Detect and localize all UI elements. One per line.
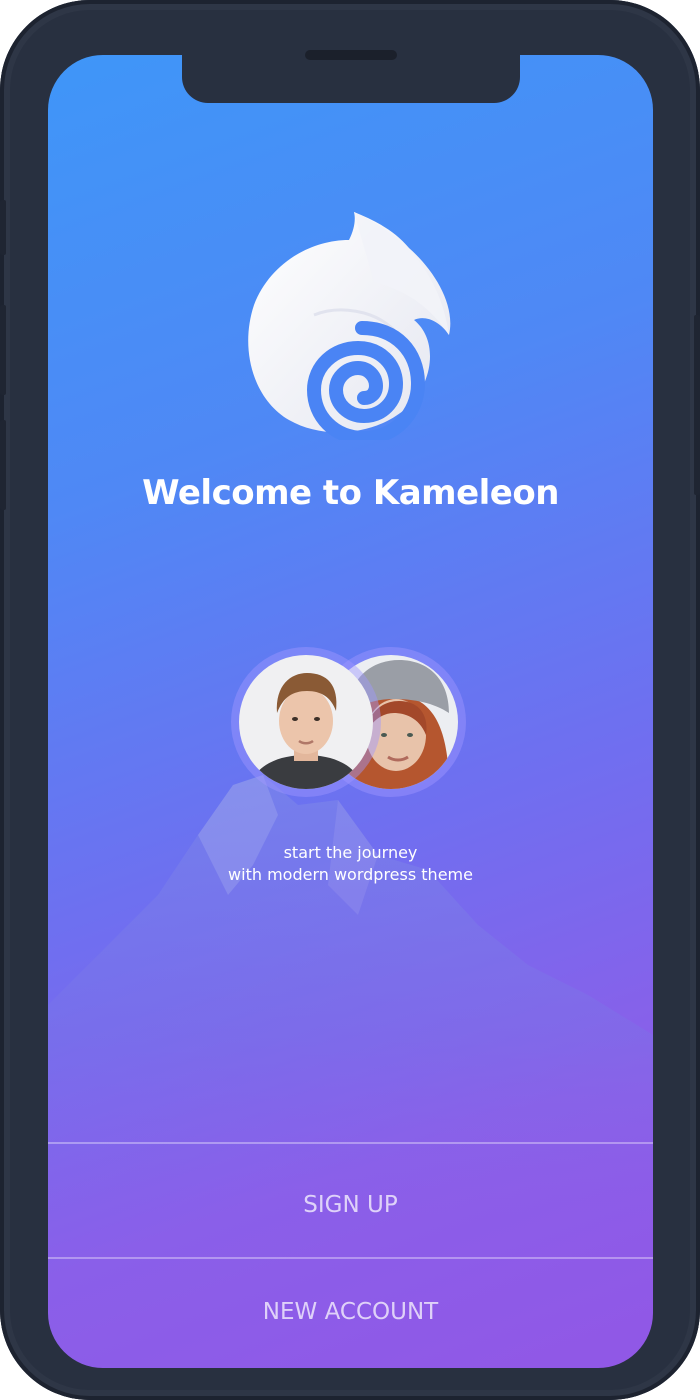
- device-notch: [182, 55, 520, 103]
- sign-up-button[interactable]: SIGN UP: [48, 1175, 653, 1235]
- divider: [48, 1142, 653, 1144]
- divider: [48, 1257, 653, 1259]
- kameleon-logo-icon: [248, 212, 451, 440]
- tagline-line-2: with modern wordpress theme: [228, 865, 473, 884]
- mountain-background-image: [48, 775, 653, 1215]
- avatar-group: [231, 647, 471, 807]
- earpiece-speaker: [305, 50, 397, 60]
- man-portrait-icon: [239, 655, 373, 789]
- tagline-line-1: start the journey: [283, 843, 418, 862]
- mute-switch: [0, 200, 6, 255]
- welcome-title: Welcome to Kameleon: [142, 473, 559, 513]
- welcome-screen: Welcome to Kameleon start the journey wi…: [48, 55, 653, 1368]
- power-button: [694, 315, 700, 495]
- phone-frame: Welcome to Kameleon start the journey wi…: [0, 0, 700, 1400]
- new-account-button[interactable]: NEW ACCOUNT: [48, 1282, 653, 1342]
- volume-down-button: [0, 420, 6, 510]
- volume-up-button: [0, 305, 6, 395]
- user-avatar-man: [231, 647, 381, 797]
- tagline: start the journey with modern wordpress …: [48, 842, 653, 886]
